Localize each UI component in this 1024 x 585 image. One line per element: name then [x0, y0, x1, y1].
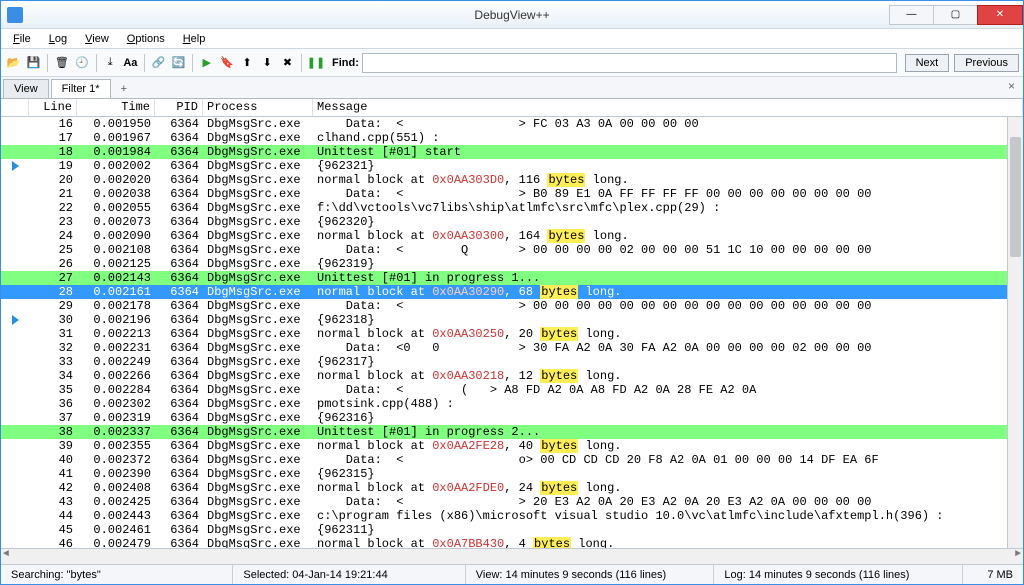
open-icon[interactable]: 📂 [5, 54, 22, 72]
col-pid[interactable]: PID [155, 99, 203, 116]
table-row[interactable]: 340.0022666364DbgMsgSrc.exenormal block … [1, 369, 1023, 383]
status-log: Log: 14 minutes 9 seconds (116 lines) [714, 565, 963, 584]
table-row[interactable]: 410.0023906364DbgMsgSrc.exe{962315} [1, 467, 1023, 481]
table-row[interactable]: 370.0023196364DbgMsgSrc.exe{962316} [1, 411, 1023, 425]
table-row[interactable]: 430.0024256364DbgMsgSrc.exe Data: < > 20… [1, 495, 1023, 509]
table-row[interactable]: 320.0022316364DbgMsgSrc.exe Data: <0 0 >… [1, 341, 1023, 355]
refresh-icon[interactable]: 🔄 [170, 54, 187, 72]
table-row[interactable]: 330.0022496364DbgMsgSrc.exe{962317} [1, 355, 1023, 369]
table-row[interactable]: 250.0021086364DbgMsgSrc.exe Data: < Q > … [1, 243, 1023, 257]
clear-icon[interactable]: 🗑 [53, 54, 70, 72]
table-row[interactable]: 380.0023376364DbgMsgSrc.exeUnittest [#01… [1, 425, 1023, 439]
tab-bar: View Filter 1* + × [1, 77, 1023, 99]
table-row[interactable]: 280.0021616364DbgMsgSrc.exenormal block … [1, 285, 1023, 299]
time-icon[interactable]: 🕘 [73, 54, 90, 72]
table-row[interactable]: 350.0022846364DbgMsgSrc.exe Data: < ( > … [1, 383, 1023, 397]
horizontal-scrollbar[interactable] [1, 548, 1023, 564]
vertical-scrollbar[interactable] [1007, 117, 1023, 548]
tab-view[interactable]: View [3, 79, 49, 98]
table-row[interactable]: 220.0020556364DbgMsgSrc.exef:\dd\vctools… [1, 201, 1023, 215]
log-table: Line Time PID Process Message 160.001950… [1, 99, 1023, 564]
bookmark-prev-icon[interactable]: ⬆ [239, 54, 256, 72]
col-time[interactable]: Time [77, 99, 155, 116]
table-row[interactable]: 200.0020206364DbgMsgSrc.exenormal block … [1, 173, 1023, 187]
table-row[interactable]: 420.0024086364DbgMsgSrc.exenormal block … [1, 481, 1023, 495]
table-row[interactable]: 240.0020906364DbgMsgSrc.exenormal block … [1, 229, 1023, 243]
status-view: View: 14 minutes 9 seconds (116 lines) [466, 565, 715, 584]
find-input[interactable] [362, 53, 897, 73]
table-header: Line Time PID Process Message [1, 99, 1023, 117]
bookmark-icon [12, 161, 19, 171]
toolbar: 📂 💾 🗑 🕘 ⤓ Aa 🔗 🔄 ▶ 🔖 ⬆ ⬇ ✖ ❚❚ Find: Next… [1, 49, 1023, 77]
tab-filter-1[interactable]: Filter 1* [51, 79, 111, 98]
menu-log[interactable]: Log [41, 31, 75, 47]
find-label: Find: [332, 57, 359, 69]
col-gutter[interactable] [1, 99, 29, 116]
status-bar: Searching: "bytes" Selected: 04-Jan-14 1… [1, 564, 1023, 584]
status-selected: Selected: 04-Jan-14 19:21:44 [233, 565, 465, 584]
pause-icon[interactable]: ❚❚ [307, 54, 325, 72]
link-icon[interactable]: 🔗 [150, 54, 167, 72]
menu-help[interactable]: Help [175, 31, 214, 47]
table-body[interactable]: 160.0019506364DbgMsgSrc.exe Data: < > FC… [1, 117, 1023, 548]
tab-add-button[interactable]: + [113, 80, 135, 98]
window-controls: — ▢ ✕ [890, 5, 1023, 25]
table-row[interactable]: 180.0019846364DbgMsgSrc.exeUnittest [#01… [1, 145, 1023, 159]
close-button[interactable]: ✕ [977, 5, 1023, 25]
bookmark-next-icon[interactable]: ⬇ [259, 54, 276, 72]
table-row[interactable]: 440.0024436364DbgMsgSrc.exec:\program fi… [1, 509, 1023, 523]
table-row[interactable]: 400.0023726364DbgMsgSrc.exe Data: < o> 0… [1, 453, 1023, 467]
table-row[interactable]: 460.0024796364DbgMsgSrc.exenormal block … [1, 537, 1023, 548]
menu-bar: File Log View Options Help [1, 29, 1023, 49]
col-line[interactable]: Line [29, 99, 77, 116]
table-row[interactable]: 160.0019506364DbgMsgSrc.exe Data: < > FC… [1, 117, 1023, 131]
table-row[interactable]: 300.0021966364DbgMsgSrc.exe{962318} [1, 313, 1023, 327]
find-previous-button[interactable]: Previous [954, 54, 1019, 72]
table-row[interactable]: 450.0024616364DbgMsgSrc.exe{962311} [1, 523, 1023, 537]
save-icon[interactable]: 💾 [25, 54, 42, 72]
title-bar: DebugView++ — ▢ ✕ [1, 1, 1023, 29]
find-next-button[interactable]: Next [905, 54, 950, 72]
table-row[interactable]: 260.0021256364DbgMsgSrc.exe{962319} [1, 257, 1023, 271]
col-process[interactable]: Process [203, 99, 313, 116]
table-row[interactable]: 310.0022136364DbgMsgSrc.exenormal block … [1, 327, 1023, 341]
app-icon [7, 7, 23, 23]
menu-file[interactable]: File [5, 31, 39, 47]
bookmark-clear-icon[interactable]: ✖ [279, 54, 296, 72]
table-row[interactable]: 170.0019676364DbgMsgSrc.execlhand.cpp(55… [1, 131, 1023, 145]
font-icon[interactable]: Aa [122, 54, 139, 72]
scroll-icon[interactable]: ⤓ [102, 54, 119, 72]
menu-view[interactable]: View [77, 31, 117, 47]
window-title: DebugView++ [474, 8, 549, 22]
table-row[interactable]: 290.0021786364DbgMsgSrc.exe Data: < > 00… [1, 299, 1023, 313]
col-message[interactable]: Message [313, 99, 1023, 116]
table-row[interactable]: 210.0020386364DbgMsgSrc.exe Data: < > B0… [1, 187, 1023, 201]
table-row[interactable]: 390.0023556364DbgMsgSrc.exenormal block … [1, 439, 1023, 453]
status-searching: Searching: "bytes" [1, 565, 233, 584]
bookmark-add-icon[interactable]: 🔖 [218, 54, 235, 72]
tab-close-button[interactable]: × [1004, 79, 1019, 93]
table-row[interactable]: 360.0023026364DbgMsgSrc.exepmotsink.cpp(… [1, 397, 1023, 411]
bookmark-icon [12, 315, 19, 325]
table-row[interactable]: 230.0020736364DbgMsgSrc.exe{962320} [1, 215, 1023, 229]
menu-options[interactable]: Options [119, 31, 173, 47]
table-row[interactable]: 190.0020026364DbgMsgSrc.exe{962321} [1, 159, 1023, 173]
maximize-button[interactable]: ▢ [933, 5, 978, 25]
status-memory: 7 MB [963, 565, 1023, 584]
minimize-button[interactable]: — [889, 5, 934, 25]
run-icon[interactable]: ▶ [198, 54, 215, 72]
table-row[interactable]: 270.0021436364DbgMsgSrc.exeUnittest [#01… [1, 271, 1023, 285]
